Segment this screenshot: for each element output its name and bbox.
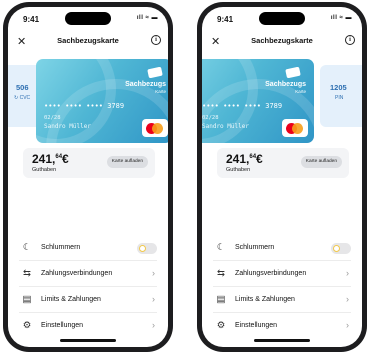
card-number-last4: 3789 (265, 102, 283, 110)
app-screen: 9:41 ıll ≈ ▬ ✕ Sachbezugskarte i 506 ↻ C… (8, 7, 168, 347)
menu-item-label: Limits & Zahlungen (41, 296, 101, 303)
info-icon[interactable]: i (345, 35, 355, 45)
pin-value: 1205 (330, 83, 347, 92)
chevron-right-icon: › (346, 268, 349, 278)
page-title: Sachbezugskarte (57, 36, 119, 45)
menu-item-label: Zahlungsverbindungen (41, 270, 113, 277)
phone-frame-cvc: 9:41 ıll ≈ ▬ ✕ Sachbezugskarte i 506 ↻ C… (3, 2, 173, 352)
settings-icon: ⚙ (22, 320, 32, 331)
limits-icon: ▤ (216, 294, 226, 305)
cvc-label-text: CVC (19, 95, 31, 101)
chevron-right-icon: › (152, 294, 155, 304)
nav-bar: ✕ Sachbezugskarte i (202, 35, 362, 53)
menu-item-label: Einstellungen (235, 322, 278, 329)
card-holder: Sandro Müller (44, 123, 91, 130)
mastercard-logo-icon (282, 119, 308, 137)
balance-amount: 241,64€ (32, 152, 69, 166)
card-number-masked: •••• •••• •••• (202, 102, 262, 110)
status-time: 9:41 (23, 15, 40, 24)
sleep-toggle[interactable] (137, 243, 157, 254)
mastercard-circle-orange (152, 123, 163, 134)
menu-item-einstellungen[interactable]: ⚙ Einstellungen › (213, 313, 351, 339)
sleep-icon: ☾ (216, 242, 226, 253)
settings-icon: ⚙ (216, 320, 226, 331)
card-expiry: 02/28 (202, 115, 219, 121)
app-screen: 9:41 ıll ≈ ▬ ✕ Sachbezugskarte i 1205 PI… (202, 7, 362, 347)
menu-item-label: Zahlungsverbindungen (235, 270, 307, 277)
menu-item-limits[interactable]: ▤ Limits & Zahlungen › (213, 287, 351, 313)
status-icons: ıll ≈ ▬ (136, 15, 158, 21)
status-icons: ıll ≈ ▬ (330, 15, 352, 21)
toggle-knob (333, 245, 340, 252)
pin-label: PIN (335, 95, 344, 101)
mastercard-circle-orange (292, 123, 303, 134)
toggle-knob (139, 245, 146, 252)
status-time: 9:41 (217, 15, 234, 24)
menu-item-schlummern[interactable]: ☾ Schlummern (19, 235, 157, 261)
payment-connections-icon: ⇆ (217, 268, 225, 279)
menu-item-zahlungsverbindungen[interactable]: ⇆ Zahlungsverbindungen › (213, 261, 351, 287)
refresh-icon: ↻ (14, 95, 19, 101)
payment-connections-icon: ⇆ (23, 268, 31, 279)
dynamic-island (259, 12, 305, 25)
topup-button[interactable]: Karte aufladen (300, 156, 342, 168)
status-bar: 9:41 ıll ≈ ▬ (8, 7, 168, 29)
home-indicator (254, 339, 310, 342)
menu-item-einstellungen[interactable]: ⚙ Einstellungen › (19, 313, 157, 339)
sleep-toggle[interactable] (331, 243, 351, 254)
card-number: •••• •••• •••• 3789 (202, 102, 282, 110)
balance-panel: 241,64€ Guthaben Karte aufladen (23, 148, 155, 178)
payment-card[interactable]: Sachbezugs Karte •••• •••• •••• 3789 02/… (36, 59, 168, 143)
phone-frame-pin: 9:41 ıll ≈ ▬ ✕ Sachbezugskarte i 1205 PI… (197, 2, 367, 352)
menu-item-limits[interactable]: ▤ Limits & Zahlungen › (19, 287, 157, 313)
card-logo-icon (285, 66, 301, 79)
home-indicator (60, 339, 116, 342)
card-brand-sub: Karte (295, 89, 306, 94)
menu-item-schlummern[interactable]: ☾ Schlummern (213, 235, 351, 261)
menu-item-label: Einstellungen (41, 322, 84, 329)
card-brand: Sachbezugs Karte (265, 81, 306, 94)
card-brand: Sachbezugs Karte (125, 81, 166, 94)
card-number: •••• •••• •••• 3789 (44, 102, 124, 110)
settings-menu: ☾ Schlummern ⇆ Zahlungsverbindungen › ▤ … (8, 235, 168, 339)
status-bar: 9:41 ıll ≈ ▬ (202, 7, 362, 29)
balance-amount-main: 241, (32, 152, 56, 166)
settings-menu: ☾ Schlummern ⇆ Zahlungsverbindungen › ▤ … (202, 235, 362, 339)
cvc-label: ↻ CVC (14, 95, 30, 101)
balance-panel: 241,64€ Guthaben Karte aufladen (217, 148, 349, 178)
limits-icon: ▤ (22, 294, 32, 305)
menu-item-label: Limits & Zahlungen (235, 296, 295, 303)
menu-item-label: Schlummern (235, 244, 275, 251)
topup-button[interactable]: Karte aufladen (106, 156, 148, 168)
payment-card[interactable]: Sachbezugs Karte •••• •••• •••• 3789 02/… (202, 59, 314, 143)
balance-currency: € (62, 152, 69, 166)
menu-item-zahlungsverbindungen[interactable]: ⇆ Zahlungsverbindungen › (19, 261, 157, 287)
sleep-icon: ☾ (22, 242, 32, 253)
chevron-right-icon: › (152, 268, 155, 278)
chevron-right-icon: › (152, 320, 155, 330)
balance-currency: € (256, 152, 263, 166)
nav-bar: ✕ Sachbezugskarte i (8, 35, 168, 53)
card-logo-icon (147, 66, 163, 79)
page-title: Sachbezugskarte (251, 36, 313, 45)
card-brand-name: Sachbezugs (265, 81, 306, 88)
card-number-last4: 3789 (107, 102, 125, 110)
pin-card[interactable]: 1205 PIN (320, 65, 362, 127)
info-icon[interactable]: i (151, 35, 161, 45)
card-number-masked: •••• •••• •••• (44, 102, 104, 110)
balance-caption: Guthaben (226, 167, 251, 173)
balance-caption: Guthaben (32, 167, 57, 173)
chevron-right-icon: › (346, 294, 349, 304)
card-brand-sub: Karte (155, 89, 166, 94)
card-brand-name: Sachbezugs (125, 81, 166, 88)
chevron-right-icon: › (346, 320, 349, 330)
card-holder: Sandro Müller (202, 123, 249, 130)
mastercard-logo-icon (142, 119, 168, 137)
dynamic-island (65, 12, 111, 25)
balance-amount-main: 241, (226, 152, 250, 166)
menu-item-label: Schlummern (41, 244, 81, 251)
cvc-value: 506 (16, 83, 29, 92)
balance-amount: 241,64€ (226, 152, 263, 166)
card-expiry: 02/28 (44, 115, 61, 121)
